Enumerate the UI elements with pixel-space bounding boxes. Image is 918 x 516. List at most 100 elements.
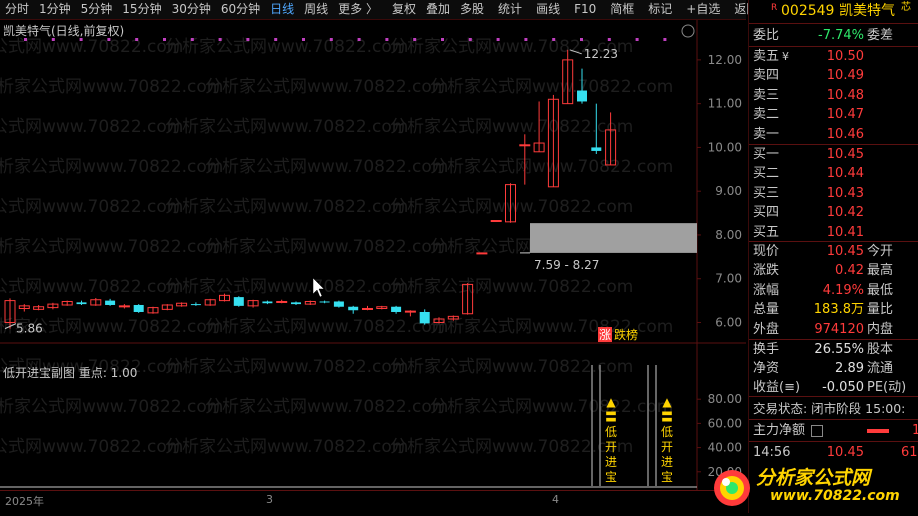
stat2-label2: PE(动) <box>867 380 907 395</box>
toolbar-item-1[interactable]: 1分钟 <box>34 0 76 19</box>
stat-label: 现价 <box>753 244 780 259</box>
signal-char: 低 <box>661 425 673 439</box>
candle-body[interactable] <box>519 144 531 147</box>
candle-body[interactable] <box>490 220 502 223</box>
toolbar-item-16[interactable]: 标记 <box>643 0 677 19</box>
y-tick-label: 8.00 <box>715 228 742 242</box>
low-label: 5.86 <box>16 322 43 336</box>
marker-dot <box>496 38 500 41</box>
candle-body[interactable] <box>348 306 359 311</box>
sell-row-4: 卖一 10.46 <box>749 125 918 144</box>
stat2-value: -0.050 <box>822 380 864 395</box>
candle-body[interactable] <box>577 90 587 102</box>
brand-url: www.70822.com <box>770 488 900 504</box>
marker-dot <box>218 38 222 41</box>
x-label-3: 3 <box>266 493 273 506</box>
marker-dot <box>274 38 278 41</box>
main-flow-row[interactable]: 主力净额 1 <box>749 421 918 440</box>
candle-body[interactable] <box>419 311 430 324</box>
signal-char: 开 <box>605 440 617 454</box>
toolbar-item-13[interactable]: 画线 <box>531 0 565 19</box>
candle-body[interactable] <box>391 306 402 312</box>
chart-area[interactable]: 分析家公式网www.70822.com分析家公式网www.70822.com分析… <box>0 20 746 490</box>
stat-label: 涨跌 <box>753 263 780 279</box>
watermark-text: 分析家公式网www.70822.com <box>0 277 183 297</box>
watermark-text: 分析家公式网www.70822.com <box>0 37 183 57</box>
webi-value: -7.74% <box>818 28 864 43</box>
candlestick-chart[interactable]: 分析家公式网www.70822.com分析家公式网www.70822.com分析… <box>0 20 746 490</box>
toolbar-item-12[interactable]: 统计 <box>493 0 527 19</box>
stock-header: R 002549 凯美特气 芯 <box>749 2 918 21</box>
signal-char: 低 <box>605 425 617 439</box>
list-icon[interactable] <box>811 425 823 437</box>
buy-row-1: 买二 10.44 <box>749 164 918 183</box>
buy-value: 10.42 <box>826 205 864 221</box>
buy-value: 10.43 <box>826 185 864 201</box>
candle-body[interactable] <box>133 304 144 312</box>
watermark-text: 分析家公式网www.70822.com <box>430 157 673 177</box>
watermark-text: 分析家公式网www.70822.com <box>205 237 448 257</box>
period-toolbar: 分时 1分钟 5分钟 15分钟 30分钟 60分钟 日线 周线 更多 〉复权 叠加 多股 统计 画线 F1… <box>0 0 758 20</box>
watermark-text: 分析家公式网www.70822.com <box>165 37 408 57</box>
candle-body[interactable] <box>76 302 87 305</box>
candle-body[interactable] <box>404 310 416 313</box>
candle-body[interactable] <box>333 301 344 307</box>
watermark-text: 分析家公式网www.70822.com <box>165 357 408 377</box>
marker-dot <box>357 38 361 41</box>
toolbar-item-4[interactable]: 30分钟 <box>167 0 216 19</box>
toolbar-item-10[interactable]: 叠加 <box>421 0 455 19</box>
toolbar-item-14[interactable]: F10 <box>569 0 601 19</box>
buy-label: 买二 <box>753 166 780 182</box>
candle-body[interactable] <box>591 147 602 151</box>
marker-dot <box>246 38 250 41</box>
stat-label: 外盘 <box>753 321 780 337</box>
toolbar-item-17[interactable]: +自选 <box>681 0 725 19</box>
stat-value: 10.45 <box>826 244 864 259</box>
signal-char: 〓 <box>661 410 673 424</box>
watermark-text: 分析家公式网www.70822.com <box>390 357 633 377</box>
collapse-icon[interactable] <box>681 24 695 38</box>
candle-body[interactable] <box>118 305 130 308</box>
candle-body[interactable] <box>262 301 273 304</box>
y-tick-label: 6.00 <box>715 315 742 329</box>
toolbar-item-6[interactable]: 日线 <box>265 0 299 19</box>
quote-panel: R 002549 凯美特气 芯 委比 -7.74% 委差 卖五 10.50 ¥ 卖四 1… <box>748 0 918 513</box>
signal-char: 进 <box>661 455 673 469</box>
toolbar-item-11[interactable]: 多股 <box>455 0 489 19</box>
toolbar-item-7[interactable]: 周线 <box>299 0 333 19</box>
y-tick-label: 9.00 <box>715 184 742 198</box>
candle-body[interactable] <box>476 252 488 255</box>
candle-body[interactable] <box>276 300 288 303</box>
watermark-text: 分析家公式网www.70822.com <box>390 277 633 297</box>
watermark-text: 分析家公式网www.70822.com <box>430 397 673 417</box>
candle-body[interactable] <box>190 304 201 306</box>
stat-label: 涨幅 <box>753 282 780 298</box>
toolbar-item-2[interactable]: 5分钟 <box>76 0 118 19</box>
x-label-4: 4 <box>552 493 559 506</box>
marker-dot <box>441 38 444 41</box>
watermark-text: 分析家公式网www.70822.com <box>390 437 633 457</box>
candle-body[interactable] <box>319 301 330 303</box>
candle-body[interactable] <box>362 307 373 310</box>
watermark-text: 分析家公式网www.70822.com <box>205 77 448 97</box>
stat-value: 4.19% <box>822 282 864 298</box>
watermark-text: 分析家公式网www.70822.com <box>205 397 448 417</box>
candle-body[interactable] <box>291 302 301 305</box>
yuan-icon: ¥ <box>782 50 789 63</box>
toolbar-item-3[interactable]: 15分钟 <box>117 0 166 19</box>
stat-label2: 内盘 <box>867 321 894 337</box>
toolbar-item-8[interactable]: 更多 〉 <box>333 0 383 19</box>
marker-dot <box>635 38 639 41</box>
price-range-band[interactable] <box>530 223 697 253</box>
signal-char: 宝 <box>661 470 673 484</box>
stat-row-0: 现价 10.45 今开 <box>749 242 918 261</box>
stat2-value: 26.55% <box>814 342 864 357</box>
toolbar-item-15[interactable]: 简框 <box>605 0 639 19</box>
marker-dot <box>413 38 417 41</box>
candle-body[interactable] <box>233 297 244 306</box>
toolbar-item-9[interactable]: 复权 <box>387 0 421 19</box>
toolbar-item-5[interactable]: 60分钟 <box>216 0 265 19</box>
toolbar-item-0[interactable]: 分时 <box>0 0 34 19</box>
stat2-label: 收益(≡) <box>753 380 801 395</box>
candle-body[interactable] <box>105 300 116 305</box>
